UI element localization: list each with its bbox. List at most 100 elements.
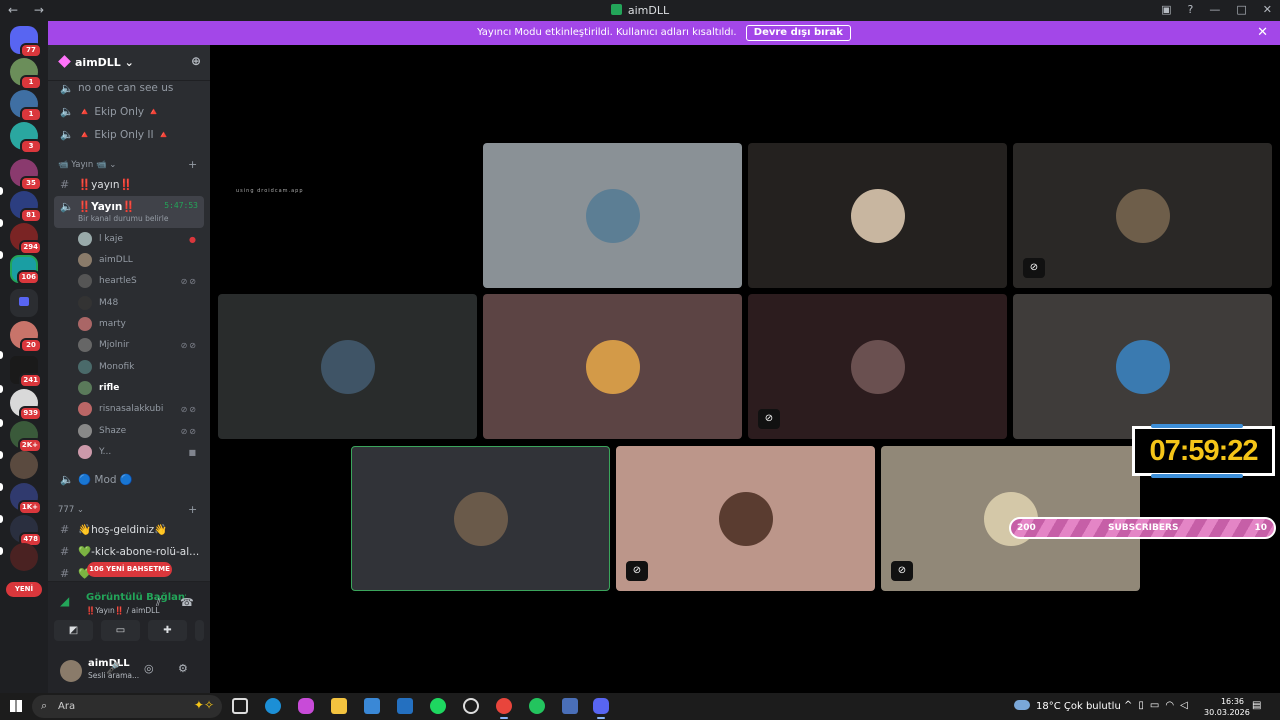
server-icon[interactable] xyxy=(10,543,38,571)
video-tile[interactable] xyxy=(748,143,1007,288)
spotify-icon[interactable] xyxy=(430,698,446,714)
server-icon[interactable]: 294 xyxy=(10,223,42,255)
server-icon-active[interactable]: 106 xyxy=(10,255,40,285)
microphone-icon[interactable]: 🎤 xyxy=(106,662,120,675)
disable-streamer-mode-button[interactable]: Devre dışı bırak xyxy=(745,25,851,41)
clock[interactable]: 16:36 30.03.2026 xyxy=(1204,696,1250,718)
voice-user[interactable]: Y... ■ xyxy=(78,442,202,462)
volume-icon[interactable]: ◁ xyxy=(1180,700,1194,711)
system-tray[interactable]: ^▯▭◠◁ xyxy=(1124,700,1194,711)
server-icon[interactable]: 1 xyxy=(10,58,42,90)
maximize-button[interactable]: □ xyxy=(1236,3,1246,16)
minimize-button[interactable]: — xyxy=(1209,3,1220,16)
kick-icon[interactable] xyxy=(529,698,545,714)
video-tile[interactable]: ⊘ xyxy=(616,446,875,591)
voice-user[interactable]: Mjolnir ⊘⊘ xyxy=(78,335,202,355)
window-controls[interactable]: ▣ ? — □ ✕ xyxy=(1161,3,1272,16)
start-windows-icon[interactable] xyxy=(10,700,22,712)
chevron-up-icon[interactable]: ^ xyxy=(1124,700,1138,711)
steam-icon[interactable] xyxy=(463,698,479,714)
signal-icon[interactable]: ◢ xyxy=(60,594,78,612)
text-channel[interactable]: # 👋hoş-geldiniz👋 xyxy=(54,519,204,539)
new-mentions-badge[interactable]: 106 YENİ BAHSETME xyxy=(87,562,172,577)
video-tile[interactable]: ⊘ xyxy=(748,294,1007,439)
screen-share-button[interactable]: ▭ xyxy=(101,620,140,641)
server-icon[interactable]: 3 xyxy=(10,122,42,154)
server-icon[interactable]: 1 xyxy=(10,90,42,122)
channel-status[interactable]: Bir kanal durumu belirle xyxy=(78,214,168,223)
voice-channel[interactable]: 🔈 🔵 Mod 🔵 xyxy=(54,469,204,489)
mail-icon[interactable] xyxy=(397,698,413,714)
voice-user[interactable]: M48 xyxy=(78,293,202,313)
server-icon[interactable]: 35 xyxy=(10,159,42,191)
video-tile[interactable] xyxy=(1013,294,1272,439)
app-icon[interactable] xyxy=(562,698,578,714)
server-icon[interactable] xyxy=(10,451,38,479)
copilot-icon[interactable] xyxy=(298,698,314,714)
voice-channel-path[interactable]: ‼️Yayın‼️ / aimDLL xyxy=(86,606,160,615)
folder-icon[interactable] xyxy=(10,289,38,317)
weather-widget[interactable]: 18°C Çok bulutlu xyxy=(1014,700,1121,712)
text-channel[interactable]: # 💚-kick-abone-rolü-al... xyxy=(54,541,204,561)
chrome-icon[interactable] xyxy=(496,698,512,719)
server-icon[interactable]: 20 xyxy=(10,321,42,353)
video-tile[interactable] xyxy=(218,294,477,439)
voice-user[interactable]: risnasalakkubi ⊘⊘ xyxy=(78,399,202,419)
server-icon[interactable]: 241 xyxy=(10,356,42,388)
add-channel-icon[interactable]: + xyxy=(188,503,197,516)
noise-suppression-icon[interactable]: ⫽ xyxy=(156,596,161,610)
voice-user[interactable]: aimDLL xyxy=(78,250,202,270)
server-icon[interactable]: 81 xyxy=(10,191,42,223)
network-icon[interactable]: ▭ xyxy=(1150,700,1165,711)
battery-icon[interactable]: ▯ xyxy=(1138,700,1150,711)
guild-header[interactable]: aimDLL ⌄ ⊕ xyxy=(48,45,210,81)
voice-channel-active[interactable]: 🔈 ‼️Yayın‼️ 5:47:53 Bir kanal durumu belirl… xyxy=(54,196,204,228)
help-icon[interactable]: ? xyxy=(1188,3,1194,16)
category-header[interactable]: 777 ⌄ + xyxy=(58,503,197,516)
video-tile-speaking[interactable] xyxy=(351,446,610,591)
voice-user[interactable]: marty xyxy=(78,314,202,334)
add-channel-icon[interactable]: + xyxy=(188,158,197,171)
voice-channel[interactable]: 🔈 🔺 Ekip Only 🔺 xyxy=(54,101,204,121)
voice-user[interactable]: l kaje ● xyxy=(78,229,202,249)
headphones-icon[interactable]: ◎ xyxy=(144,662,154,675)
server-icon[interactable]: 2K+ xyxy=(10,421,42,453)
camera-toggle-button[interactable]: ◩ xyxy=(54,620,93,641)
invite-people-icon[interactable]: ⊕ xyxy=(191,54,201,68)
video-tile[interactable] xyxy=(483,294,742,439)
server-icon[interactable]: 939 xyxy=(10,389,42,421)
text-channel[interactable]: # ‼️yayın‼️ xyxy=(54,174,204,194)
soundboard-button[interactable] xyxy=(195,620,204,641)
voice-user[interactable]: Shaze ⊘⊘ xyxy=(78,421,202,441)
voice-status[interactable]: Görüntülü Bağlantı Kuruldu xyxy=(86,592,186,603)
taskbar-search[interactable]: ⌕ Ara ✦✧ xyxy=(32,695,222,718)
task-view-icon[interactable] xyxy=(232,698,248,714)
badge: 1 xyxy=(20,107,42,122)
activities-button[interactable]: ✚ xyxy=(148,620,187,641)
home-dm-button[interactable]: 77 xyxy=(10,26,42,58)
server-icon[interactable]: 1K+ xyxy=(10,483,42,515)
file-explorer-icon[interactable] xyxy=(331,698,347,714)
voice-channel[interactable]: 🔈 🔺 Ekip Only II 🔺 xyxy=(54,124,204,144)
wifi-icon[interactable]: ◠ xyxy=(1165,700,1180,711)
edge-icon[interactable] xyxy=(265,698,281,714)
muted-deafened-icon: ⊘⊘ xyxy=(180,426,198,436)
settings-gear-icon[interactable]: ⚙ xyxy=(178,662,188,675)
voice-user[interactable]: rifle xyxy=(78,378,202,398)
close-button[interactable]: ✕ xyxy=(1263,3,1272,16)
category-header[interactable]: 📹 Yayın 📹 ⌄ + xyxy=(58,158,197,171)
video-tile[interactable] xyxy=(483,143,742,288)
voice-user[interactable]: Monofik xyxy=(78,357,202,377)
avatar[interactable] xyxy=(60,660,82,682)
discord-icon[interactable] xyxy=(593,698,609,719)
voice-channel[interactable]: 🔈 no one can see us xyxy=(54,78,204,98)
new-servers-badge[interactable]: YENİ xyxy=(6,582,42,597)
server-icon[interactable]: 478 xyxy=(10,515,42,547)
video-tile[interactable]: ⊘ xyxy=(1013,143,1272,288)
store-icon[interactable] xyxy=(364,698,380,714)
inbox-icon[interactable]: ▣ xyxy=(1161,3,1171,16)
voice-user[interactable]: heartleS ⊘⊘ xyxy=(78,271,202,291)
notification-icon[interactable]: ▤ xyxy=(1252,700,1261,711)
close-banner-icon[interactable]: ✕ xyxy=(1257,21,1268,45)
disconnect-icon[interactable]: ☎ xyxy=(180,596,194,609)
